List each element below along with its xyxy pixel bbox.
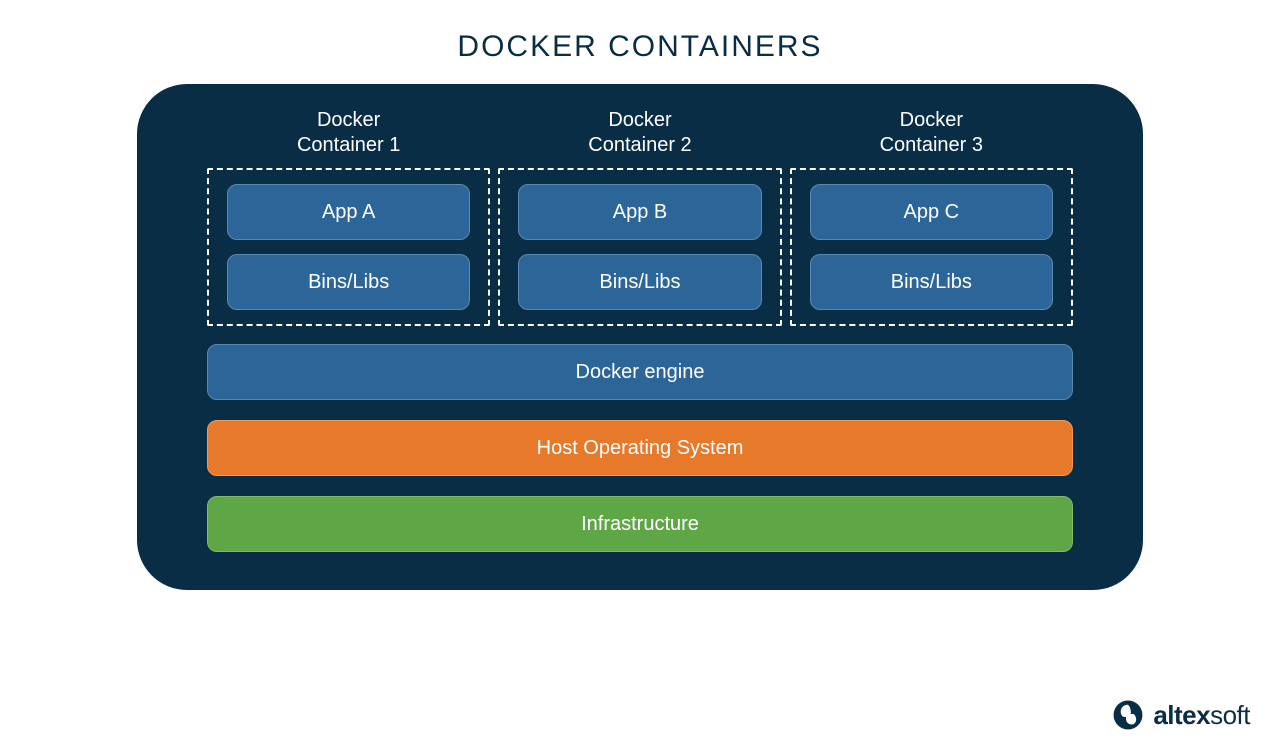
container-2-label: Docker Container 2 [498,108,781,158]
container-1: Docker Container 1 App A Bins/Libs [207,108,490,326]
container-1-label: Docker Container 1 [207,108,490,158]
container-1-box: App A Bins/Libs [207,168,490,326]
container-2-bins: Bins/Libs [518,254,761,310]
container-1-app: App A [227,184,470,240]
layer-infrastructure: Infrastructure [207,496,1073,552]
container-2-app: App B [518,184,761,240]
container-1-bins: Bins/Libs [227,254,470,310]
container-2: Docker Container 2 App B Bins/Libs [498,108,781,326]
containers-row: Docker Container 1 App A Bins/Libs Docke… [207,108,1073,326]
brand-icon [1111,698,1145,732]
stack-layers: Docker engine Host Operating System Infr… [207,344,1073,552]
container-3-label: Docker Container 3 [790,108,1073,158]
container-3-app: App C [810,184,1053,240]
container-3-bins: Bins/Libs [810,254,1053,310]
container-3-box: App C Bins/Libs [790,168,1073,326]
layer-docker-engine: Docker engine [207,344,1073,400]
layer-host-os: Host Operating System [207,420,1073,476]
diagram-title: DOCKER CONTAINERS [0,30,1280,64]
brand-text: altexsoft [1153,700,1250,731]
brand-logo: altexsoft [1111,698,1250,732]
container-3: Docker Container 3 App C Bins/Libs [790,108,1073,326]
container-2-box: App B Bins/Libs [498,168,781,326]
diagram-panel: Docker Container 1 App A Bins/Libs Docke… [137,84,1143,590]
